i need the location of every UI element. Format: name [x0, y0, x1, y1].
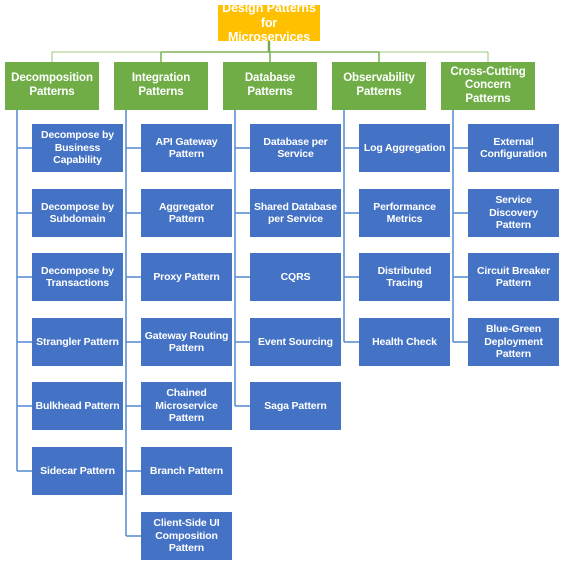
leaf-database-per-service[interactable]: Database per Service — [250, 124, 341, 172]
leaf-decompose-by-business-capability-label: Decompose by Business Capability — [41, 129, 114, 167]
leaf-bulkhead-pattern[interactable]: Bulkhead Pattern — [32, 382, 123, 430]
category-observability-patterns-label: Observability Patterns — [343, 72, 415, 98]
category-decomposition-patterns[interactable]: Decomposition Patterns — [5, 62, 99, 110]
leaf-proxy-pattern[interactable]: Proxy Pattern — [141, 253, 232, 301]
category-integration-patterns[interactable]: Integration Patterns — [114, 62, 208, 110]
leaf-branch-pattern-label: Branch Pattern — [149, 464, 224, 477]
category-database-patterns[interactable]: Database Patterns — [223, 62, 317, 110]
leaf-client-side-ui-composition-pattern-label: Client-Side UI Composition Pattern — [153, 517, 220, 555]
leaf-decompose-by-business-capability[interactable]: Decompose by Business Capability — [32, 124, 123, 172]
microservices-patterns-diagram: Design Patterns for Microservices Decompo… — [0, 0, 567, 565]
leaf-aggregator-pattern[interactable]: Aggregator Pattern — [141, 189, 232, 237]
leaf-decompose-by-transactions-label: Decompose by Transactions — [41, 264, 114, 289]
leaf-api-gateway-pattern-label: API Gateway Pattern — [155, 135, 218, 160]
leaf-log-aggregation[interactable]: Log Aggregation — [359, 124, 450, 172]
leaf-strangler-pattern[interactable]: Strangler Pattern — [32, 318, 123, 366]
leaf-database-per-service-label: Database per Service — [263, 135, 328, 160]
leaf-performance-metrics[interactable]: Performance Metrics — [359, 189, 450, 237]
leaf-branch-pattern[interactable]: Branch Pattern — [141, 447, 232, 495]
leaf-event-sourcing[interactable]: Event Sourcing — [250, 318, 341, 366]
leaf-sidecar-pattern[interactable]: Sidecar Pattern — [32, 447, 123, 495]
leaf-strangler-pattern-label: Strangler Pattern — [36, 335, 119, 348]
root-node[interactable]: Design Patterns for Microservices — [218, 1, 320, 44]
leaf-log-aggregation-label: Log Aggregation — [363, 141, 446, 154]
leaf-circuit-breaker-pattern-label: Circuit Breaker Pattern — [476, 264, 551, 289]
leaf-decompose-by-subdomain-label: Decompose by Subdomain — [41, 200, 114, 225]
category-integration-patterns-label: Integration Patterns — [131, 72, 191, 98]
leaf-event-sourcing-label: Event Sourcing — [258, 335, 333, 348]
category-cross-cutting-concern-patterns-label: Cross-Cutting Concern Patterns — [450, 65, 526, 105]
leaf-health-check-label: Health Check — [372, 335, 437, 348]
leaf-health-check[interactable]: Health Check — [359, 318, 450, 366]
leaf-chained-microservice-pattern[interactable]: Chained Microservice Pattern — [141, 382, 232, 430]
leaf-shared-database-per-service[interactable]: Shared Database per Service — [250, 189, 341, 237]
leaf-saga-pattern[interactable]: Saga Pattern — [250, 382, 341, 430]
leaf-bulkhead-pattern-label: Bulkhead Pattern — [35, 399, 120, 412]
leaf-gateway-routing-pattern[interactable]: Gateway Routing Pattern — [141, 318, 232, 366]
leaf-blue-green-deployment-pattern[interactable]: Blue-Green Deployment Pattern — [468, 318, 559, 366]
leaf-performance-metrics-label: Performance Metrics — [373, 200, 436, 225]
leaf-api-gateway-pattern[interactable]: API Gateway Pattern — [141, 124, 232, 172]
leaf-decompose-by-subdomain[interactable]: Decompose by Subdomain — [32, 189, 123, 237]
category-observability-patterns[interactable]: Observability Patterns — [332, 62, 426, 110]
leaf-decompose-by-transactions[interactable]: Decompose by Transactions — [32, 253, 123, 301]
leaf-cqrs[interactable]: CQRS — [250, 253, 341, 301]
leaf-circuit-breaker-pattern[interactable]: Circuit Breaker Pattern — [468, 253, 559, 301]
root-node-label: Design Patterns for Microservices — [222, 0, 316, 45]
leaf-cqrs-label: CQRS — [280, 270, 311, 283]
leaf-external-configuration-label: External Configuration — [480, 135, 547, 160]
leaf-saga-pattern-label: Saga Pattern — [264, 399, 327, 412]
leaf-shared-database-per-service-label: Shared Database per Service — [254, 200, 337, 225]
category-database-patterns-label: Database Patterns — [244, 72, 296, 98]
leaf-blue-green-deployment-pattern-label: Blue-Green Deployment Pattern — [484, 323, 543, 361]
leaf-service-discovery-pattern-label: Service Discovery Pattern — [489, 194, 538, 232]
leaf-chained-microservice-pattern-label: Chained Microservice Pattern — [155, 387, 218, 425]
leaf-external-configuration[interactable]: External Configuration — [468, 124, 559, 172]
leaf-distributed-tracing[interactable]: Distributed Tracing — [359, 253, 450, 301]
leaf-gateway-routing-pattern-label: Gateway Routing Pattern — [144, 329, 229, 354]
category-decomposition-patterns-label: Decomposition Patterns — [11, 72, 93, 98]
leaf-client-side-ui-composition-pattern[interactable]: Client-Side UI Composition Pattern — [141, 512, 232, 560]
leaf-aggregator-pattern-label: Aggregator Pattern — [158, 200, 215, 225]
leaf-sidecar-pattern-label: Sidecar Pattern — [40, 464, 115, 477]
leaf-service-discovery-pattern[interactable]: Service Discovery Pattern — [468, 189, 559, 237]
category-cross-cutting-concern-patterns[interactable]: Cross-Cutting Concern Patterns — [441, 62, 535, 110]
leaf-proxy-pattern-label: Proxy Pattern — [153, 270, 220, 283]
leaf-distributed-tracing-label: Distributed Tracing — [377, 264, 432, 289]
